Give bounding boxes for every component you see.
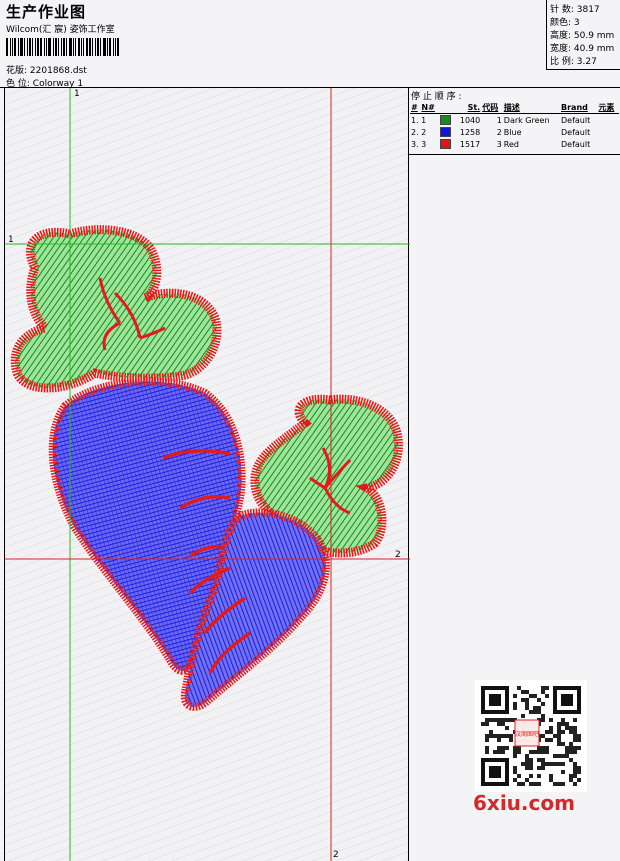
color-count: 颜色: 3	[550, 18, 580, 28]
design-label: 花版:	[6, 66, 28, 76]
embroidery-preview: 1 1 2 2	[5, 88, 410, 861]
guide-label-right-2: 2	[395, 550, 401, 560]
barcode	[6, 38, 142, 56]
guide-label-left-1: 1	[8, 235, 14, 245]
qr-stamp-text: 汉阁图吧	[515, 730, 539, 738]
watermark-text: 6xiu.com	[473, 791, 575, 815]
studio-name: Wilcom(汇 宸) 姿饰工作室	[6, 25, 115, 35]
page-title: 生产作业图	[6, 3, 87, 21]
stats-box: 针 数: 3817 颜色: 3 高度: 50.9 mm 宽度: 40.9 mm …	[546, 0, 620, 70]
design-canvas[interactable]: 1 1 2 2	[4, 88, 410, 861]
header: 生产作业图 Wilcom(汇 宸) 姿饰工作室 花版: 2201868.dst …	[0, 0, 620, 89]
stitch-count: 针 数: 3817	[550, 5, 600, 15]
design-file-line: 花版: 2201868.dst	[6, 63, 87, 76]
stop-sequence-panel: 停 止 顺 序 : # N# St. 代码 描述 Brand 元素 1. 1 10…	[409, 88, 620, 861]
left-leaves	[10, 225, 222, 393]
design-height: 高度: 50.9 mm	[550, 31, 615, 41]
left-leaf-shape	[10, 225, 222, 393]
guide-label-bottom-2: 2	[333, 850, 339, 860]
design-width: 宽度: 40.9 mm	[550, 44, 615, 54]
watermark-area: 汉阁图吧 6xiu.com	[473, 680, 587, 815]
design-file: 2201868.dst	[29, 66, 87, 76]
guide-label-top-1: 1	[74, 89, 80, 99]
scale-ratio: 比 例: 3.27	[550, 57, 597, 67]
